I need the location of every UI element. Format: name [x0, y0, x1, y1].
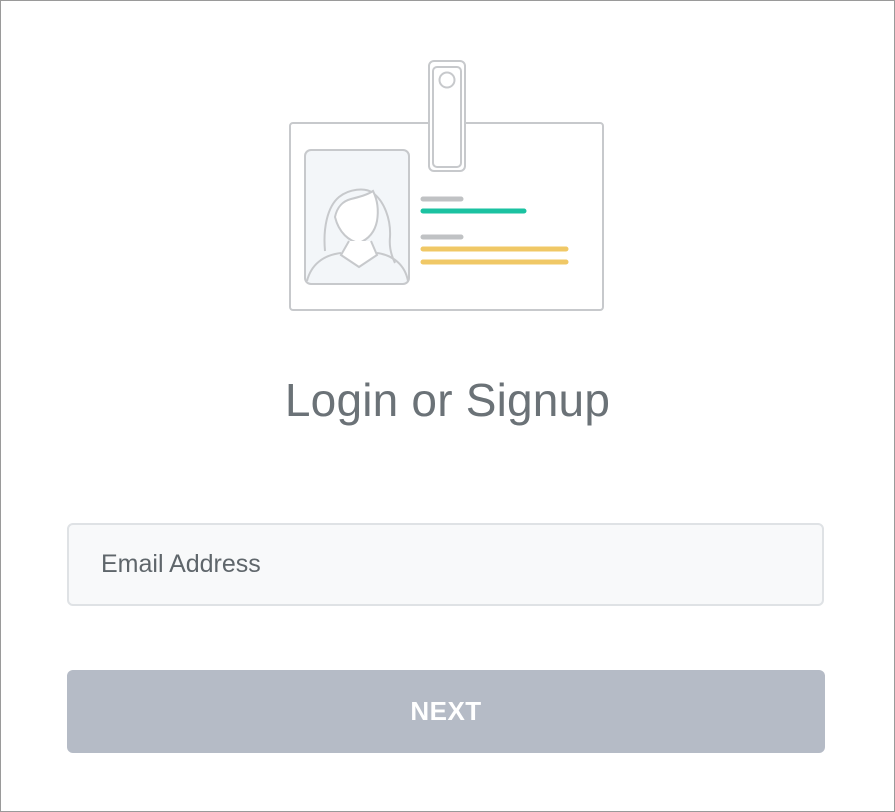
email-field[interactable]: [67, 523, 824, 606]
login-panel: Login or Signup NEXT: [0, 0, 895, 812]
id-badge-icon: [289, 60, 604, 311]
next-button[interactable]: NEXT: [67, 670, 825, 753]
page-title: Login or Signup: [284, 374, 611, 426]
